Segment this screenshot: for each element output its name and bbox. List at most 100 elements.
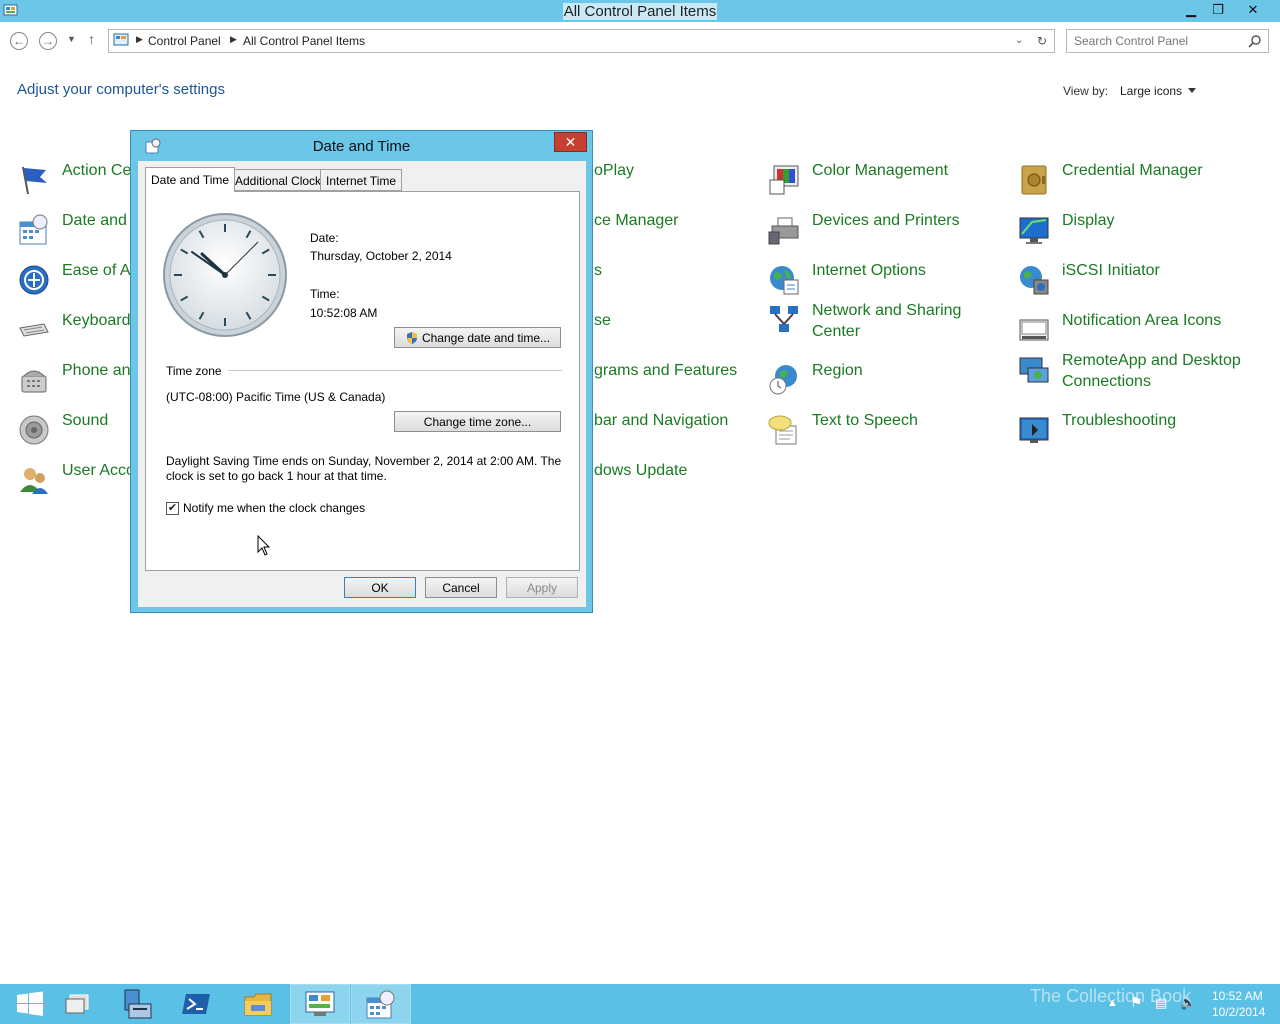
date-and-time-dialog: Date and Time ✕ Date and Time Additional…	[130, 130, 593, 613]
item-label[interactable]: User Acco	[62, 460, 135, 481]
item-label[interactable]: Text to Speech	[812, 410, 918, 431]
item-label[interactable]: oPlay	[594, 160, 634, 181]
restore-button[interactable]: ❐	[1205, 1, 1231, 19]
search-box[interactable]	[1066, 29, 1269, 53]
tab-internet-time[interactable]: Internet Time	[320, 169, 403, 191]
tray-time[interactable]: 10:52 AM	[1212, 988, 1265, 1004]
item-remoteapp-and-desktop-connections[interactable]: RemoteApp and Desktop Connections	[1018, 350, 1268, 390]
dialog-close-button[interactable]: ✕	[554, 132, 587, 152]
time-label: Time:	[310, 287, 340, 301]
speaker-icon	[19, 415, 49, 445]
item-label[interactable]: Phone anc	[62, 360, 139, 381]
item-label[interactable]: Keyboard	[62, 310, 131, 331]
network-tray-icon[interactable]: ▤	[1155, 995, 1167, 1011]
item-action-center[interactable]: Action Ce	[18, 160, 138, 200]
minimize-button[interactable]: ▁	[1178, 1, 1204, 19]
item-label[interactable]: iSCSI Initiator	[1062, 260, 1160, 281]
item-label[interactable]: Sound	[62, 410, 108, 431]
item-label[interactable]: Ease of Ac	[62, 260, 139, 281]
taskbar-control-panel[interactable]	[290, 984, 350, 1024]
item-iscsi-initiator[interactable]: iSCSI Initiator	[1018, 260, 1268, 300]
iscsi-globe-icon	[1020, 266, 1049, 295]
item-label[interactable]: Color Management	[812, 160, 948, 181]
item-label[interactable]: se	[594, 310, 611, 331]
tab-date-and-time[interactable]: Date and Time	[145, 167, 236, 192]
item-phone-and-modem[interactable]: Phone anc	[18, 360, 139, 400]
item-region[interactable]: Region	[768, 360, 1008, 400]
item-sound[interactable]: Sound	[18, 410, 138, 450]
item-label[interactable]: Troubleshooting	[1062, 410, 1176, 431]
folder-icon	[244, 993, 272, 1016]
apply-button[interactable]: Apply	[506, 577, 578, 598]
view-by-dropdown-arrow-icon[interactable]	[1188, 88, 1196, 93]
breadcrumb-separator-icon[interactable]: ▶	[230, 34, 237, 45]
date-time-tab-panel: Date: Thursday, October 2, 2014 Time: 10…	[145, 191, 580, 571]
address-dropdown-icon[interactable]: ⌄	[1015, 35, 1023, 46]
taskbar-server-manager[interactable]	[106, 984, 166, 1024]
item-label[interactable]: Network and Sharing Center	[812, 300, 1002, 342]
item-troubleshooting[interactable]: Troubleshooting	[1018, 410, 1268, 450]
item-label[interactable]: bar and Navigation	[594, 410, 728, 431]
item-color-management[interactable]: Color Management	[768, 160, 1008, 200]
ok-button[interactable]: OK	[344, 577, 416, 598]
time-zone-value: (UTC-08:00) Pacific Time (US & Canada)	[166, 390, 386, 404]
notify-checkbox[interactable]: ✔	[166, 502, 179, 515]
time-zone-header: Time zone	[166, 364, 222, 378]
cancel-button[interactable]: Cancel	[425, 577, 497, 598]
action-center-tray-icon[interactable]: ⚑	[1130, 994, 1143, 1011]
taskbar-file-explorer[interactable]	[228, 984, 288, 1024]
remote-desktop-icon	[1019, 357, 1049, 383]
item-label[interactable]: Region	[812, 360, 863, 381]
item-label[interactable]: Action Ce	[62, 160, 131, 181]
item-network-and-sharing-center[interactable]: Network and Sharing Center	[768, 300, 1008, 340]
navigation-bar: ← → ▼ ↑ ▶ Control Panel ▶ All Control Pa…	[0, 22, 1280, 60]
item-user-accounts[interactable]: User Acco	[18, 460, 138, 500]
tray-date[interactable]: 10/2/2014	[1212, 1004, 1265, 1020]
change-date-and-time-button[interactable]: Change date and time...	[394, 327, 561, 348]
item-internet-options[interactable]: Internet Options	[768, 260, 1008, 300]
breadcrumb-separator-icon[interactable]: ▶	[136, 34, 143, 45]
phone-icon	[21, 370, 47, 393]
breadcrumb-control-panel[interactable]: Control Panel	[148, 34, 221, 48]
address-bar[interactable]: ▶ Control Panel ▶ All Control Panel Item…	[108, 29, 1055, 53]
tray-clock[interactable]: 10:52 AM 10/2/2014	[1212, 988, 1265, 1020]
item-label[interactable]: dows Update	[594, 460, 687, 481]
window-titlebar: All Control Panel Items ▁ ❐ ✕	[0, 0, 1280, 22]
notify-label[interactable]: Notify me when the clock changes	[183, 501, 365, 515]
item-label[interactable]: Notification Area Icons	[1062, 310, 1221, 331]
close-button[interactable]: ✕	[1240, 1, 1266, 19]
item-ease-of-access[interactable]: Ease of Ac	[18, 260, 139, 300]
item-notification-area-icons[interactable]: Notification Area Icons	[1018, 310, 1268, 350]
item-label[interactable]: Devices and Printers	[812, 210, 960, 231]
item-devices-and-printers[interactable]: Devices and Printers	[768, 210, 1008, 250]
view-by-dropdown[interactable]: Large icons	[1120, 84, 1182, 98]
breadcrumb-all-items[interactable]: All Control Panel Items	[243, 34, 365, 48]
refresh-icon[interactable]: ↻	[1037, 34, 1047, 48]
item-label[interactable]: ce Manager	[594, 210, 679, 231]
item-label[interactable]: grams and Features	[594, 360, 737, 381]
dst-info-line1: Daylight Saving Time ends on Sunday, Nov…	[166, 454, 562, 468]
taskbar-app-window[interactable]	[47, 984, 107, 1024]
taskbar-powershell[interactable]	[166, 984, 226, 1024]
item-label[interactable]: Display	[1062, 210, 1114, 231]
item-keyboard[interactable]: Keyboard	[18, 310, 138, 350]
item-label[interactable]: Credential Manager	[1062, 160, 1203, 181]
volume-muted-icon[interactable]: 🔈	[1180, 995, 1196, 1011]
search-input[interactable]	[1074, 34, 1244, 48]
item-label[interactable]: Internet Options	[812, 260, 926, 281]
item-label[interactable]: s	[594, 260, 602, 281]
item-date-and-time[interactable]: Date and T	[18, 210, 141, 250]
taskbar-date-and-time[interactable]	[351, 984, 411, 1024]
forward-button[interactable]: →	[39, 32, 57, 50]
item-display[interactable]: Display	[1018, 210, 1268, 250]
tab-additional-clocks[interactable]: Additional Clocks	[229, 169, 334, 191]
item-text-to-speech[interactable]: Text to Speech	[768, 410, 1008, 450]
up-arrow-icon[interactable]: ↑	[88, 31, 95, 47]
back-button[interactable]: ←	[10, 32, 28, 50]
show-hidden-icons-icon[interactable]: ▲	[1107, 997, 1118, 1009]
change-time-zone-button[interactable]: Change time zone...	[394, 411, 561, 432]
item-credential-manager[interactable]: Credential Manager	[1018, 160, 1268, 200]
item-label[interactable]: RemoteApp and Desktop Connections	[1062, 350, 1252, 392]
search-icon[interactable]	[1248, 34, 1262, 48]
recent-locations-dropdown-icon[interactable]: ▼	[67, 34, 76, 44]
